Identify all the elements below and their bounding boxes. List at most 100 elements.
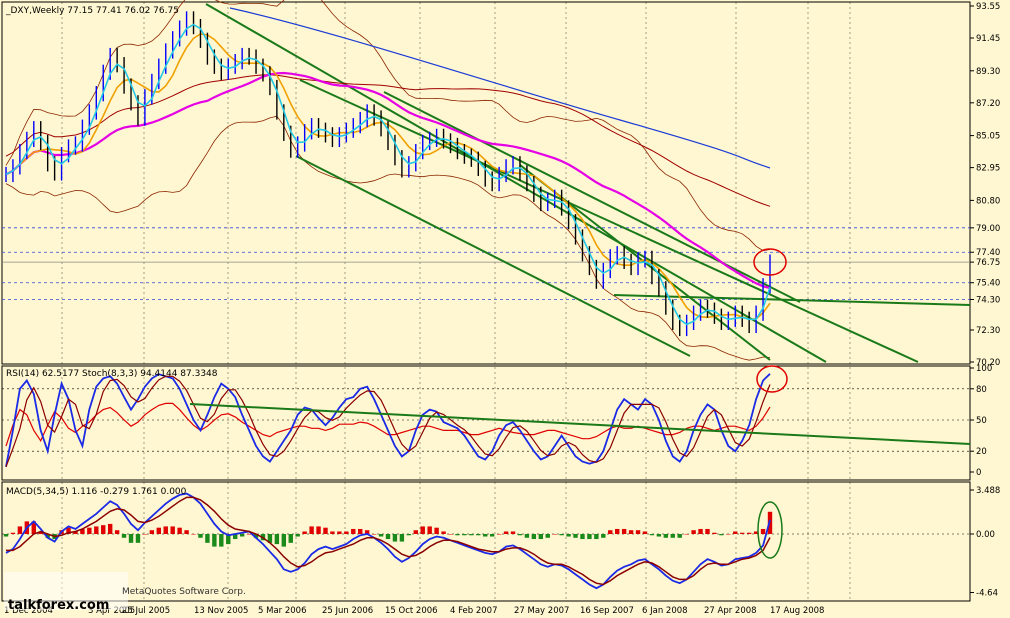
trend-channel-line-2	[299, 79, 919, 363]
x-tick-label: 27 May 2007	[514, 606, 569, 616]
macd-hist-bar	[496, 534, 502, 535]
macd-hist-bar	[420, 526, 425, 534]
macd-hist-bar	[337, 531, 342, 534]
macd-hist-bar	[573, 534, 578, 538]
macd-hist-bar	[719, 534, 724, 536]
price-tick-label: 85.05	[976, 132, 1000, 142]
macd-hist-bar	[163, 526, 168, 534]
macd-hist-bar	[448, 534, 453, 535]
macd-hist-bar	[483, 534, 488, 537]
price-candles	[5, 11, 771, 337]
watermark-text: MetaQuotes Software Corp.	[122, 587, 246, 597]
macd-hist-bar	[128, 534, 134, 543]
macd-hist-bar	[760, 528, 766, 534]
macd-hist-bar	[323, 527, 328, 534]
macd-hist-bar	[684, 534, 689, 535]
macd-hist-bar	[87, 527, 92, 534]
logo-text: talkforex.com	[8, 598, 109, 613]
macd-hist-bar	[489, 534, 495, 537]
macd-tick-label: -4.64	[976, 589, 998, 599]
macd-hist-bar	[705, 528, 710, 534]
rsi-tick-label: 0	[976, 468, 981, 478]
macd-hist-bar	[205, 534, 210, 543]
macd-hist-bar	[358, 528, 363, 534]
macd-hist-bar	[469, 534, 474, 536]
macd-hist-bar	[17, 526, 23, 534]
macd-hist-bar	[3, 534, 9, 537]
macd-hist-bar	[309, 526, 314, 534]
macd-hist-bar	[288, 534, 293, 543]
macd-hist-bar	[156, 527, 161, 534]
x-tick-label: 15 Oct 2006	[385, 606, 438, 616]
price-tick-label: 93.55	[976, 2, 1000, 12]
macd-hist-bar	[538, 534, 543, 540]
macd-hist-bar	[114, 530, 120, 534]
macd-panel-title: MACD(5,34,5) 1.116 -0.279 1.761 0.000	[6, 487, 187, 497]
macd-hist-bar	[434, 527, 439, 534]
price-tick-label: 72.30	[976, 326, 1000, 336]
macd-hist-bar	[94, 526, 99, 534]
price-panel	[5, 0, 971, 363]
macd-hist-bar	[462, 534, 467, 536]
macd-hist-bar	[198, 534, 203, 538]
macd-hist-bar	[135, 534, 141, 543]
macd-hist-bar	[385, 534, 391, 540]
macd-hist-bar	[212, 534, 217, 547]
x-tick-label: 4 Feb 2007	[450, 606, 498, 616]
rsi-line	[5, 402, 771, 447]
price-tick-label: 77.40	[976, 248, 1000, 258]
macd-hist-bar	[733, 531, 738, 534]
ma-orange-line	[5, 33, 771, 321]
macd-hist-bar	[371, 534, 377, 535]
macd-hist-bar	[142, 534, 148, 535]
price-tick-label: 75.40	[976, 279, 1000, 289]
macd-hist-bar	[559, 534, 564, 536]
macd-hist-bar	[545, 534, 550, 538]
channel-lines	[205, 3, 971, 363]
macd-hist-bar	[406, 534, 412, 536]
macd-hist-bar	[670, 534, 675, 538]
macd-hist-bar	[740, 532, 745, 534]
x-tick-label: 16 Sep 2007	[580, 606, 634, 616]
macd-hist-bar	[302, 531, 307, 534]
x-tick-label: 25 Jul 2005	[122, 606, 170, 616]
x-tick-label: 17 Aug 2008	[770, 606, 824, 616]
macd-hist-bar	[344, 531, 349, 534]
macd-tick-label: 3.488	[976, 486, 1000, 496]
macd-hist-bar	[656, 534, 662, 537]
footer-logo: talkforex.com	[4, 572, 128, 613]
macd-hist-bar	[594, 534, 599, 540]
macd-tick-label: 0.00	[976, 530, 995, 540]
rsi-tick-label: 100	[976, 364, 992, 374]
macd-hist-bar	[101, 525, 106, 534]
macd-hist-bar	[10, 532, 16, 534]
macd-hist-bar	[649, 534, 655, 536]
macd-hist-bar	[107, 523, 113, 534]
panel-frame-2	[1, 481, 971, 602]
macd-hist-bar	[726, 534, 731, 535]
macd-hist-bar	[587, 534, 592, 540]
price-tick-label: 89.30	[976, 67, 1000, 77]
price-tick-label: 80.80	[976, 196, 1000, 206]
macd-hist-bar	[601, 534, 606, 538]
ma-magenta-line	[5, 71, 771, 290]
macd-hist-bar	[663, 534, 669, 538]
macd-hist-bar	[378, 534, 384, 537]
rsi-tick-label: 80	[976, 385, 987, 395]
macd-hist-bar	[316, 526, 321, 534]
macd-hist-bar	[274, 534, 280, 545]
macd-hist-bar	[712, 532, 717, 534]
macd-hist-bar	[621, 528, 627, 534]
macd-hist-bar	[177, 527, 182, 534]
macd-hist-bar	[580, 534, 585, 540]
macd-hist-bar	[503, 531, 509, 534]
panel-frame-0	[1, 1, 971, 365]
x-tick-label: 13 Nov 2005	[194, 606, 248, 616]
macd-hist-bar	[392, 534, 398, 542]
price-tick-label: 87.20	[976, 99, 1000, 109]
price-tick-label: 91.45	[976, 34, 1000, 44]
macd-hist-bar	[281, 534, 287, 547]
price-tick-label: 79.00	[976, 224, 1000, 234]
macd-hist-bar	[184, 530, 189, 534]
price-panel-title: _DXY,Weekly 77.15 77.41 76.02 76.75	[5, 6, 179, 16]
